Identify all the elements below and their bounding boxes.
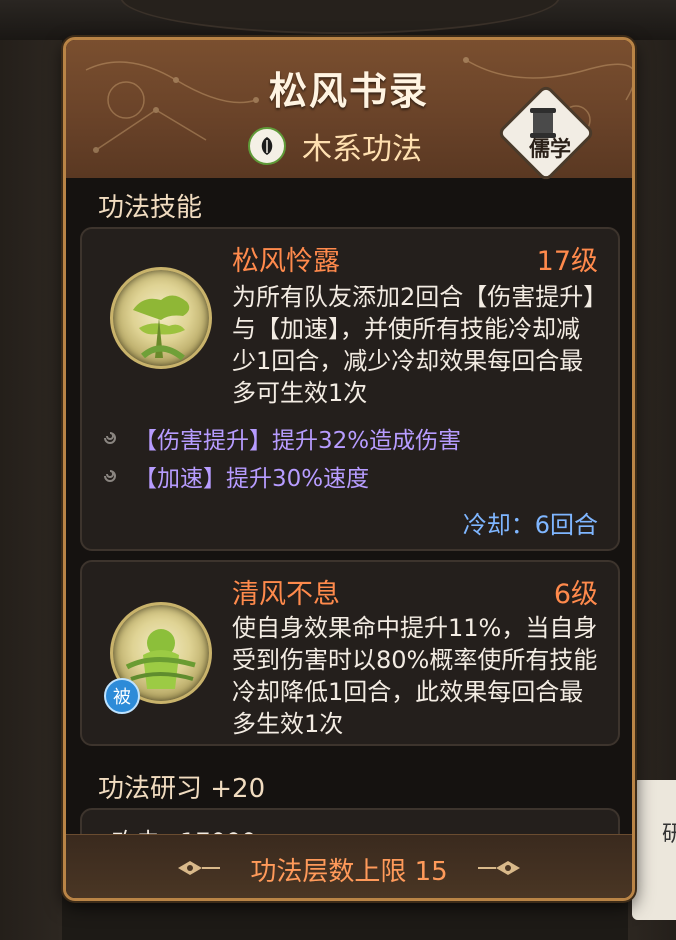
background-dome <box>120 0 560 34</box>
swirl-icon <box>104 432 116 444</box>
passive-badge-text: 被 <box>113 687 131 708</box>
panel-header: 松风书录 木系功法 儒学 <box>66 40 632 183</box>
skill-1-cooldown: 冷却：6回合 <box>462 511 598 539</box>
skill-card-2[interactable]: 被 清风不息 6级 使自身效果命中提升11%，当自身受到伤害时以80%概率使所有… <box>80 560 620 746</box>
skill-card-1[interactable]: 松风怜露 17级 为所有队友添加2回合【伤害提升】与【加速】，并使所有技能冷却减… <box>80 227 620 551</box>
ornament-right-icon <box>478 861 520 875</box>
skill-1-level: 17级 <box>536 246 598 277</box>
passive-badge: 被 <box>104 678 140 714</box>
skill-1-effect-1: 【伤害提升】提升32%造成伤害 <box>102 421 461 455</box>
footer-text: 功法层数上限 15 <box>250 857 448 887</box>
school-label: 儒学 <box>529 137 571 161</box>
footer-bar: 功法层数上限 15 <box>66 834 632 898</box>
study-section-title: 功法研习 +20 <box>98 774 266 804</box>
skill-2-name: 清风不息 <box>232 579 340 610</box>
skill-1-effect-2: 【加速】提升30%速度 <box>102 459 369 493</box>
swirl-icon <box>104 470 116 482</box>
skill-type-row: 木系功法 <box>248 126 422 167</box>
skill-2-level: 6级 <box>553 579 598 610</box>
skill-1-effect-1-text: 【伤害提升】提升32%造成伤害 <box>134 428 462 454</box>
skills-section-title: 功法技能 <box>98 193 203 223</box>
background-top <box>0 0 676 40</box>
skill-type-label: 木系功法 <box>302 132 422 167</box>
background-side-paper[interactable]: 研 <box>632 780 676 920</box>
skill-1-effect-2-text: 【加速】提升30%速度 <box>134 466 370 492</box>
pine-tree-icon <box>110 267 212 369</box>
background-left <box>0 40 62 940</box>
leaf-icon <box>248 127 286 165</box>
skill-1-description: 为所有队友添加2回合【伤害提升】与【加速】，并使所有技能冷却减少1回合，减少冷却… <box>232 283 596 407</box>
skill-1-name: 松风怜露 <box>232 246 340 277</box>
skill-book-panel: 松风书录 木系功法 儒学 功法技能 松风怜露 17级 为所有队友添加2回合【伤害… <box>63 37 635 901</box>
skill-2-description: 使自身效果命中提升11%，当自身受到伤害时以80%概率使所有技能冷却降低1回合，… <box>232 614 598 738</box>
side-paper-text: 研 <box>662 822 676 847</box>
